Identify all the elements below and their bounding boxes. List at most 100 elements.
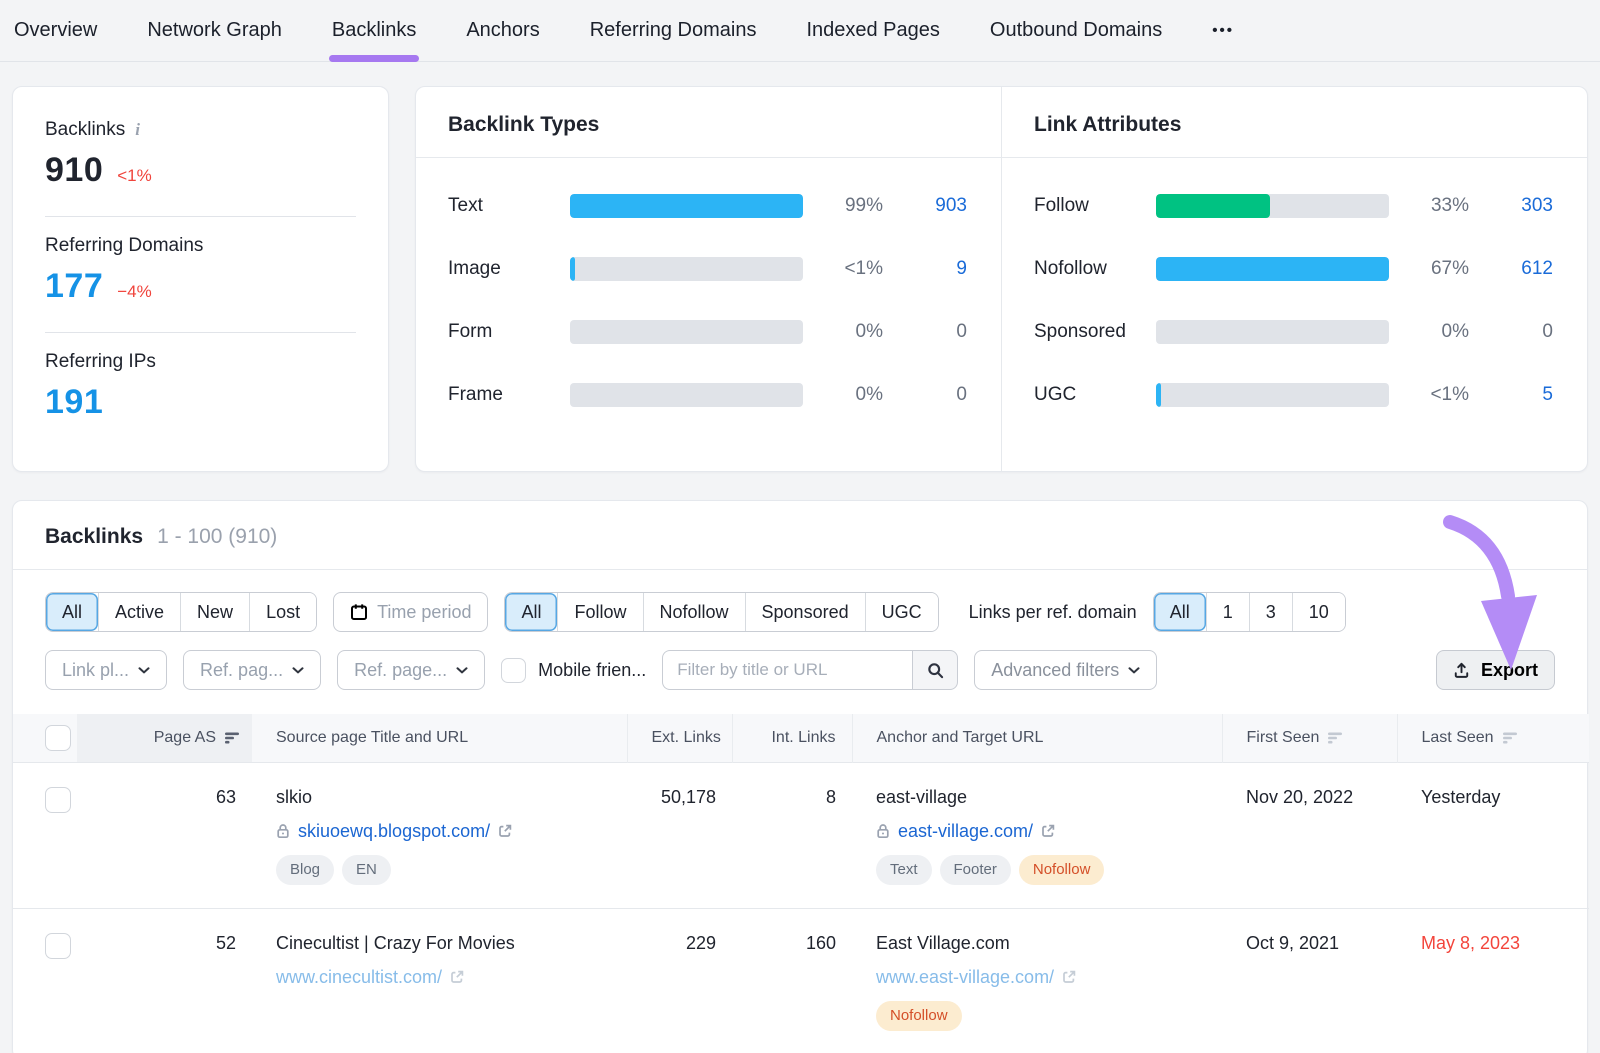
- links-per-domain-label: Links per ref. domain: [969, 602, 1137, 623]
- links-per-domain-filter: All 1 3 10: [1153, 592, 1346, 632]
- first-seen-date: Nov 20, 2022: [1246, 787, 1353, 807]
- follow-follow[interactable]: Follow: [557, 593, 642, 631]
- active-tab-underline: [329, 55, 419, 62]
- select-all-checkbox[interactable]: [45, 725, 71, 751]
- search-button[interactable]: [912, 650, 958, 690]
- bar-fill: [570, 257, 575, 281]
- tab-network-graph[interactable]: Network Graph: [147, 0, 282, 62]
- ext-links-value: 229: [627, 908, 732, 1031]
- bar-track: [570, 257, 803, 281]
- metric-backlinks: Backlinks i 910 <1%: [45, 101, 356, 216]
- sort-icon: [1327, 732, 1343, 744]
- bar-track: [570, 320, 803, 344]
- column-header-anchor: Anchor and Target URL: [852, 714, 1222, 762]
- tab-outbound-domains[interactable]: Outbound Domains: [990, 0, 1162, 62]
- metric-value[interactable]: 177: [45, 267, 103, 306]
- nofollow-pill: Nofollow: [1019, 855, 1105, 885]
- export-button[interactable]: Export: [1436, 650, 1555, 690]
- external-link-icon[interactable]: [1062, 970, 1076, 984]
- bar-track: [1156, 257, 1389, 281]
- export-upload-icon: [1453, 662, 1470, 679]
- bars-card: Backlink Types Text 99% 903 Image <1% 9 …: [415, 86, 1588, 472]
- external-link-icon[interactable]: [450, 970, 464, 984]
- calendar-icon: [350, 603, 368, 621]
- sort-icon: [224, 732, 240, 744]
- status-lost[interactable]: Lost: [249, 593, 316, 631]
- lpd-1[interactable]: 1: [1206, 593, 1249, 631]
- follow-sponsored[interactable]: Sponsored: [745, 593, 865, 631]
- panel-title: Backlinks: [45, 525, 143, 549]
- lpd-3[interactable]: 3: [1249, 593, 1292, 631]
- time-period-button[interactable]: Time period: [333, 592, 488, 632]
- tab-referring-domains[interactable]: Referring Domains: [590, 0, 757, 62]
- external-link-icon[interactable]: [498, 824, 512, 838]
- table-row: 63 slkio skiuoewq.blogspot.com/ Blog EN …: [13, 762, 1589, 908]
- bar-row-form: Form 0% 0: [448, 320, 967, 344]
- anchor-text: East Village.com: [876, 933, 1210, 954]
- row-checkbox[interactable]: [45, 933, 71, 959]
- tag-pill: Footer: [940, 855, 1011, 885]
- ref-page-dropdown-1[interactable]: Ref. pag...: [183, 650, 321, 690]
- source-page-title: Cinecultist | Crazy For Movies: [276, 933, 615, 954]
- chevron-down-icon: [292, 667, 304, 674]
- mobile-friendly-label: Mobile frien...: [538, 660, 646, 681]
- result-range: 1 - 100 (910): [157, 525, 277, 549]
- column-header-last-seen[interactable]: Last Seen: [1397, 714, 1589, 762]
- metric-value[interactable]: 191: [45, 383, 103, 422]
- status-all[interactable]: All: [46, 593, 98, 631]
- tab-indexed-pages[interactable]: Indexed Pages: [806, 0, 939, 62]
- column-header-int-links: Int. Links: [732, 714, 852, 762]
- follow-ugc[interactable]: UGC: [865, 593, 938, 631]
- source-url-link[interactable]: skiuoewq.blogspot.com/: [298, 821, 490, 842]
- target-url-link[interactable]: www.east-village.com/: [876, 967, 1054, 988]
- column-header-first-seen[interactable]: First Seen: [1222, 714, 1397, 762]
- more-tabs-ellipsis-icon[interactable]: •••: [1212, 0, 1234, 62]
- last-seen-date: May 8, 2023: [1421, 933, 1520, 953]
- status-active[interactable]: Active: [98, 593, 180, 631]
- source-url-link[interactable]: www.cinecultist.com/: [276, 967, 442, 988]
- mobile-friendly-checkbox[interactable]: [501, 658, 526, 683]
- bar-fill: [570, 194, 803, 218]
- status-new[interactable]: New: [180, 593, 249, 631]
- info-icon[interactable]: i: [135, 120, 140, 140]
- tab-backlinks[interactable]: Backlinks: [332, 0, 416, 62]
- page-as-value: 52: [77, 908, 252, 1031]
- ref-page-dropdown-2[interactable]: Ref. page...: [337, 650, 485, 690]
- bar-track: [1156, 383, 1389, 407]
- bar-row-sponsored: Sponsored 0% 0: [1034, 320, 1553, 344]
- bar-track: [570, 383, 803, 407]
- metric-value: 910: [45, 151, 103, 190]
- link-attributes-section: Link Attributes Follow 33% 303 Nofollow …: [1001, 87, 1587, 471]
- target-url-link[interactable]: east-village.com/: [898, 821, 1033, 842]
- tag-pill: EN: [342, 855, 391, 885]
- follow-all[interactable]: All: [505, 593, 557, 631]
- bar-fill: [1156, 194, 1270, 218]
- title-url-filter: [662, 650, 958, 690]
- totals-card: Backlinks i 910 <1% Referring Domains 17…: [12, 86, 389, 472]
- follow-nofollow[interactable]: Nofollow: [643, 593, 745, 631]
- tab-anchors[interactable]: Anchors: [466, 0, 539, 62]
- filter-input[interactable]: [662, 650, 912, 690]
- external-link-icon[interactable]: [1041, 824, 1055, 838]
- status-filter: All Active New Lost: [45, 592, 317, 632]
- lpd-all[interactable]: All: [1154, 593, 1206, 631]
- link-placement-dropdown[interactable]: Link pl...: [45, 650, 167, 690]
- section-title: Backlink Types: [416, 87, 1001, 158]
- nofollow-pill: Nofollow: [876, 1001, 962, 1031]
- advanced-filters-dropdown[interactable]: Advanced filters: [974, 650, 1157, 690]
- sort-icon: [1502, 732, 1518, 744]
- chevron-down-icon: [1128, 667, 1140, 674]
- bar-row-text: Text 99% 903: [448, 194, 967, 218]
- metric-referring-ips: Referring IPs 191: [45, 332, 356, 448]
- lock-icon: [276, 823, 290, 839]
- tab-overview[interactable]: Overview: [14, 0, 97, 62]
- column-header-ext-links: Ext. Links: [627, 714, 732, 762]
- row-checkbox[interactable]: [45, 787, 71, 813]
- backlinks-table: Page AS Source page Title and URL Ext. L…: [13, 714, 1589, 1031]
- source-page-title: slkio: [276, 787, 615, 808]
- table-header-row: Page AS Source page Title and URL Ext. L…: [13, 714, 1589, 762]
- column-header-page-as[interactable]: Page AS: [77, 714, 252, 762]
- lpd-10[interactable]: 10: [1292, 593, 1345, 631]
- table-row: 52 Cinecultist | Crazy For Movies www.ci…: [13, 908, 1589, 1031]
- bar-row-nofollow: Nofollow 67% 612: [1034, 257, 1553, 281]
